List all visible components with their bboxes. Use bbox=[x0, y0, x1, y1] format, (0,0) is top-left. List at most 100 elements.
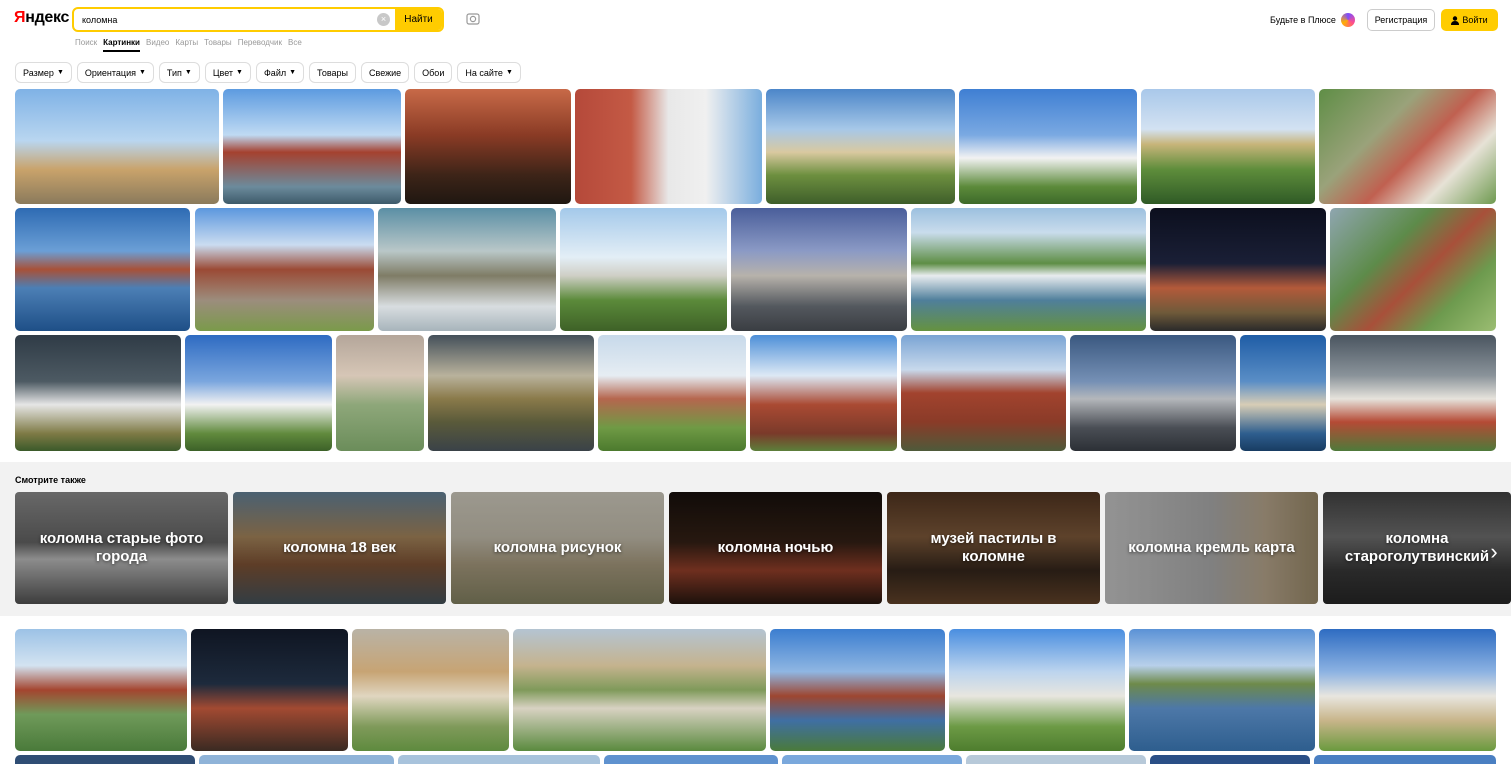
nav-all[interactable]: Все bbox=[288, 38, 302, 47]
image-result[interactable] bbox=[598, 335, 746, 451]
image-result[interactable] bbox=[770, 629, 945, 751]
filter-label: Тип bbox=[166, 67, 182, 78]
filter-bar: Размер ▼ Ориентация ▼ Тип ▼ Цвет ▼ Файл ▼ Тов… bbox=[15, 62, 521, 83]
chevron-right-icon[interactable]: › bbox=[1484, 532, 1504, 572]
related-query-tile[interactable]: музей пастилы в коломне bbox=[887, 492, 1100, 604]
image-result[interactable] bbox=[398, 755, 600, 764]
image-result[interactable] bbox=[1129, 629, 1315, 751]
register-button[interactable]: Регистрация bbox=[1367, 9, 1435, 31]
search-input[interactable] bbox=[82, 12, 372, 28]
plus-label: Будьте в Плюсе bbox=[1270, 15, 1336, 25]
filter-orientation[interactable]: Ориентация ▼ bbox=[76, 62, 154, 83]
image-result[interactable] bbox=[1070, 335, 1236, 451]
filter-label: Ориентация bbox=[84, 67, 136, 78]
image-result[interactable] bbox=[1330, 335, 1496, 451]
image-result[interactable] bbox=[766, 89, 955, 204]
image-result[interactable] bbox=[352, 629, 509, 751]
image-result[interactable] bbox=[911, 208, 1146, 331]
image-result[interactable] bbox=[750, 335, 897, 451]
related-query-tile[interactable]: коломна ночью bbox=[669, 492, 882, 604]
filter-label: На сайте bbox=[465, 67, 503, 78]
image-result[interactable] bbox=[731, 208, 907, 331]
nav-products[interactable]: Товары bbox=[204, 38, 232, 47]
filter-color[interactable]: Цвет ▼ bbox=[204, 62, 251, 83]
filter-label: Файл bbox=[263, 67, 287, 78]
image-result[interactable] bbox=[513, 629, 766, 751]
search-nav: Поиск Картинки Видео Карты Товары Перево… bbox=[75, 38, 302, 52]
image-result[interactable] bbox=[195, 208, 374, 331]
chevron-down-icon: ▼ bbox=[289, 69, 297, 76]
filter-type[interactable]: Тип ▼ bbox=[158, 62, 200, 83]
image-result[interactable] bbox=[1240, 335, 1326, 451]
image-result[interactable] bbox=[185, 335, 332, 451]
chevron-down-icon: ▼ bbox=[56, 69, 64, 76]
image-result[interactable] bbox=[901, 335, 1066, 451]
nav-translator[interactable]: Переводчик bbox=[238, 38, 282, 47]
related-query-tile[interactable]: коломна рисунок bbox=[451, 492, 664, 604]
image-result[interactable] bbox=[575, 89, 762, 204]
related-query-label: коломна староголутвинский bbox=[1344, 530, 1490, 565]
image-result[interactable] bbox=[405, 89, 571, 204]
related-query-tile[interactable]: коломна староголутвинский bbox=[1323, 492, 1511, 604]
image-result[interactable] bbox=[15, 89, 219, 204]
filter-on-site[interactable]: На сайте ▼ bbox=[457, 62, 521, 83]
chevron-down-icon: ▼ bbox=[505, 69, 513, 76]
chevron-down-icon: ▼ bbox=[236, 69, 243, 76]
see-also-section: Смотрите также коломна старые фото город… bbox=[0, 462, 1511, 616]
image-result[interactable] bbox=[560, 208, 727, 331]
login-label: Войти bbox=[1462, 15, 1488, 25]
image-result[interactable] bbox=[1141, 89, 1315, 204]
related-query-tile[interactable]: коломна 18 век bbox=[233, 492, 446, 604]
related-query-label: коломна кремль карта bbox=[1128, 539, 1295, 556]
logo-rest: ндекс bbox=[25, 9, 70, 26]
image-result[interactable] bbox=[1150, 755, 1310, 764]
image-result[interactable] bbox=[949, 629, 1125, 751]
nav-search[interactable]: Поиск bbox=[75, 38, 97, 47]
close-icon[interactable]: × bbox=[377, 13, 390, 26]
filter-file[interactable]: Файл ▼ bbox=[255, 62, 305, 83]
header: Яндекс × Найти Поиск Картинки Видео Карт… bbox=[0, 0, 1511, 58]
image-result[interactable] bbox=[604, 755, 778, 764]
plus-link[interactable]: Будьте в Плюсе bbox=[1270, 13, 1355, 27]
image-result[interactable] bbox=[191, 629, 348, 751]
image-result[interactable] bbox=[966, 755, 1146, 764]
image-result[interactable] bbox=[378, 208, 556, 331]
image-result[interactable] bbox=[336, 335, 424, 451]
related-query-label: коломна рисунок bbox=[493, 539, 622, 556]
image-result[interactable] bbox=[1319, 89, 1496, 204]
filter-label: Обои bbox=[422, 67, 445, 78]
filter-products[interactable]: Товары bbox=[309, 62, 357, 83]
image-result[interactable] bbox=[428, 335, 594, 451]
plus-icon bbox=[1340, 13, 1355, 27]
image-result[interactable] bbox=[15, 629, 187, 751]
nav-images[interactable]: Картинки bbox=[103, 38, 140, 52]
filter-wallpapers[interactable]: Обои bbox=[414, 62, 453, 83]
image-result[interactable] bbox=[959, 89, 1137, 204]
image-result[interactable] bbox=[15, 208, 190, 331]
chevron-down-icon: ▼ bbox=[184, 69, 192, 76]
image-result[interactable] bbox=[223, 89, 401, 204]
image-result[interactable] bbox=[1330, 208, 1496, 331]
image-result[interactable] bbox=[782, 755, 962, 764]
filter-size[interactable]: Размер ▼ bbox=[15, 62, 72, 83]
yandex-logo[interactable]: Яндекс bbox=[14, 9, 69, 27]
nav-maps[interactable]: Карты bbox=[175, 38, 198, 47]
image-result[interactable] bbox=[15, 335, 181, 451]
filter-fresh[interactable]: Свежие bbox=[361, 62, 410, 83]
user-icon bbox=[1451, 15, 1460, 25]
find-button[interactable]: Найти bbox=[395, 9, 442, 30]
related-query-tile[interactable]: коломна кремль карта bbox=[1105, 492, 1318, 604]
image-result[interactable] bbox=[199, 755, 394, 764]
image-result[interactable] bbox=[1150, 208, 1326, 331]
related-query-label: коломна ночью bbox=[717, 539, 834, 556]
image-result[interactable] bbox=[15, 755, 195, 764]
related-query-label: коломна старые фото города bbox=[39, 530, 204, 565]
nav-video[interactable]: Видео bbox=[146, 38, 169, 47]
filter-label: Товары bbox=[317, 67, 349, 78]
login-button[interactable]: Войти bbox=[1441, 9, 1498, 31]
image-result[interactable] bbox=[1314, 755, 1496, 764]
camera-icon[interactable] bbox=[465, 11, 481, 27]
image-result[interactable] bbox=[1319, 629, 1496, 751]
filter-label: Свежие bbox=[369, 67, 402, 78]
related-query-tile[interactable]: коломна старые фото города bbox=[15, 492, 228, 604]
